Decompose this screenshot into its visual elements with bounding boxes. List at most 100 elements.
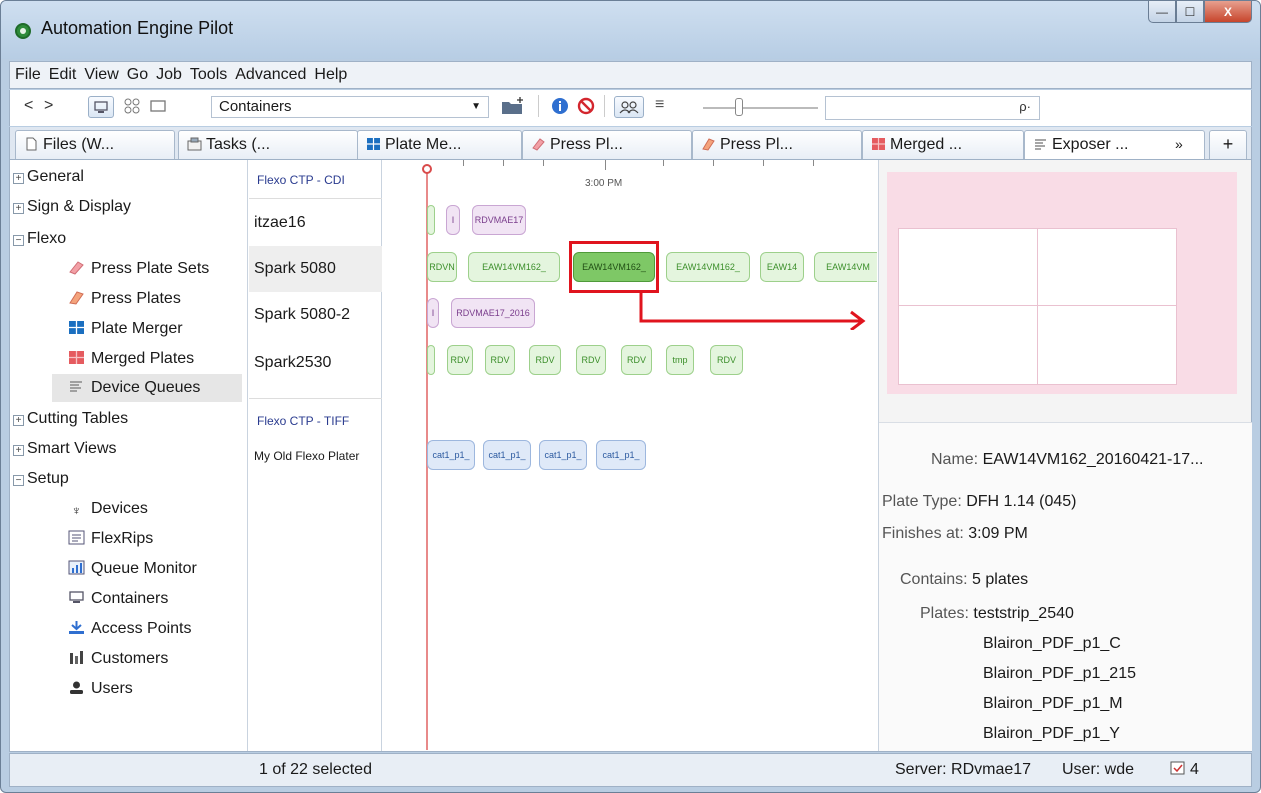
tree-item-general[interactable]: + General [13, 164, 84, 190]
menu-advanced[interactable]: Advanced [234, 66, 307, 84]
tree-item-flexo[interactable]: − Flexo [13, 226, 66, 252]
device-row-spark-5080[interactable]: Spark 5080 [249, 246, 382, 292]
job-block[interactable]: cat1_p1_ [427, 440, 475, 470]
abort-icon[interactable] [576, 96, 596, 119]
menu-job[interactable]: Job [155, 66, 183, 84]
user-status: User: wde [1062, 761, 1135, 778]
maximize-button[interactable]: ☐ [1176, 1, 1204, 23]
tree-label: Cutting Tables [27, 410, 129, 427]
expand-icon[interactable]: + [13, 445, 24, 456]
tab-press-plate-sets[interactable]: Press Pl... [522, 130, 692, 159]
menu-file[interactable]: File [14, 66, 42, 84]
job-block[interactable]: EAW14VM [814, 252, 877, 282]
contains-row: Contains: 5 plates [900, 571, 1028, 589]
sidebar-item-containers[interactable]: Containers [68, 586, 168, 612]
plate-row: Blairon_PDF_p1_215 [983, 665, 1136, 683]
job-block[interactable]: EAW14VM162_ [666, 252, 750, 282]
job-block[interactable]: cat1_p1_ [483, 440, 531, 470]
tab-plate-merger[interactable]: Plate Me... [357, 130, 522, 159]
tree-item-sign-display[interactable]: + Sign & Display [13, 194, 131, 220]
tree-label: Press Plate Sets [91, 260, 210, 277]
job-block[interactable] [427, 345, 435, 375]
job-block[interactable]: RDV [576, 345, 606, 375]
job-block[interactable]: RDVN [427, 252, 457, 282]
view-mode-list-button[interactable] [88, 96, 114, 118]
tab-files[interactable]: Files (W... [15, 130, 175, 159]
notification-icon[interactable] [1170, 760, 1186, 781]
device-row-spark2530[interactable]: Spark2530 [249, 340, 382, 386]
close-button[interactable]: X [1204, 1, 1252, 23]
sidebar-item-users[interactable]: Users [68, 676, 133, 702]
tree-item-smart-views[interactable]: + Smart Views [13, 436, 117, 462]
sidebar-item-press-plate-sets[interactable]: Press Plate Sets [68, 256, 209, 282]
job-block[interactable]: RDV [710, 345, 743, 375]
job-block[interactable]: I [427, 298, 439, 328]
tab-merged-plates[interactable]: Merged ... [862, 130, 1024, 159]
operators-button[interactable] [614, 96, 644, 118]
job-block[interactable]: RDV [485, 345, 515, 375]
menu-edit[interactable]: Edit [48, 66, 78, 84]
sidebar-item-customers[interactable]: Customers [68, 646, 168, 672]
sidebar-item-devices[interactable]: ♆ Devices [68, 496, 148, 522]
search-icon[interactable]: ρ· [1019, 99, 1031, 114]
collapse-icon[interactable]: − [13, 475, 24, 486]
zoom-slider-track[interactable] [703, 107, 818, 109]
view-mode-preview-icon[interactable] [149, 97, 167, 118]
add-tab-button[interactable]: + [1209, 130, 1247, 159]
containers-icon [68, 590, 85, 605]
menu-tools[interactable]: Tools [189, 66, 228, 84]
job-block[interactable]: RDVMAE17 [472, 205, 526, 235]
new-container-icon[interactable] [500, 96, 526, 119]
plate-layout-preview [887, 172, 1237, 394]
sidebar-item-plate-merger[interactable]: Plate Merger [68, 316, 183, 342]
device-row-my-old-flexo-plater[interactable]: My Old Flexo Plater [249, 436, 382, 476]
menu-help[interactable]: Help [313, 66, 348, 84]
time-tick [763, 160, 764, 166]
device-row-spark-5080-2[interactable]: Spark 5080-2 [249, 292, 382, 338]
tree-label: Flexo [27, 230, 67, 247]
view-combo-select[interactable]: Containers ▼ [211, 96, 489, 118]
job-block[interactable]: RDV [447, 345, 473, 375]
tree-item-cutting-tables[interactable]: + Cutting Tables [13, 406, 128, 432]
info-icon[interactable] [550, 96, 570, 119]
search-input[interactable]: ρ· [825, 96, 1040, 120]
sidebar-item-device-queues[interactable]: Device Queues [52, 374, 242, 402]
job-block[interactable]: I [446, 205, 460, 235]
plug-icon: ♆ [71, 503, 82, 518]
tab-tasks[interactable]: Tasks (... [178, 130, 358, 159]
menu-go[interactable]: Go [126, 66, 149, 84]
job-block[interactable]: RDVMAE17_2016 [451, 298, 535, 328]
collapse-icon[interactable]: − [13, 235, 24, 246]
back-button[interactable]: < [24, 97, 33, 115]
job-block[interactable]: tmp [666, 345, 694, 375]
device-row-itzae16[interactable]: itzae16 [249, 200, 382, 246]
expand-icon[interactable]: + [13, 415, 24, 426]
tab-exposer[interactable]: Exposer ... » [1024, 130, 1205, 160]
selection-count: 1 of 22 selected [259, 761, 372, 778]
sidebar-item-access-points[interactable]: Access Points [68, 616, 191, 642]
sidebar-item-flexrips[interactable]: FlexRips [68, 526, 153, 552]
expand-icon[interactable]: + [13, 173, 24, 184]
sidebar-item-queue-monitor[interactable]: Queue Monitor [68, 556, 197, 582]
menu-view[interactable]: View [83, 66, 119, 84]
zoom-slider-thumb[interactable] [735, 98, 743, 116]
sidebar-item-press-plates[interactable]: Press Plates [68, 286, 181, 312]
list-lines-icon[interactable]: ≡ [655, 96, 664, 114]
notification-count: 4 [1190, 761, 1199, 778]
job-block[interactable] [427, 205, 435, 235]
job-block[interactable]: EAW14 [760, 252, 804, 282]
expand-icon[interactable]: + [13, 203, 24, 214]
job-block[interactable]: RDV [621, 345, 652, 375]
tab-press-plates[interactable]: Press Pl... [692, 130, 862, 159]
tree-item-setup[interactable]: − Setup [13, 466, 69, 492]
forward-button[interactable]: > [44, 97, 53, 115]
job-block[interactable]: RDV [529, 345, 561, 375]
tree-label: Devices [91, 500, 148, 517]
sidebar-item-merged-plates[interactable]: Merged Plates [68, 346, 194, 372]
minimize-button[interactable]: — [1148, 1, 1176, 23]
view-mode-grid-icon[interactable] [123, 97, 141, 118]
job-block[interactable]: cat1_p1_ [539, 440, 587, 470]
tab-overflow-chevron[interactable]: » [1175, 131, 1183, 158]
job-block[interactable]: cat1_p1_ [596, 440, 646, 470]
job-block[interactable]: EAW14VM162_ [468, 252, 560, 282]
